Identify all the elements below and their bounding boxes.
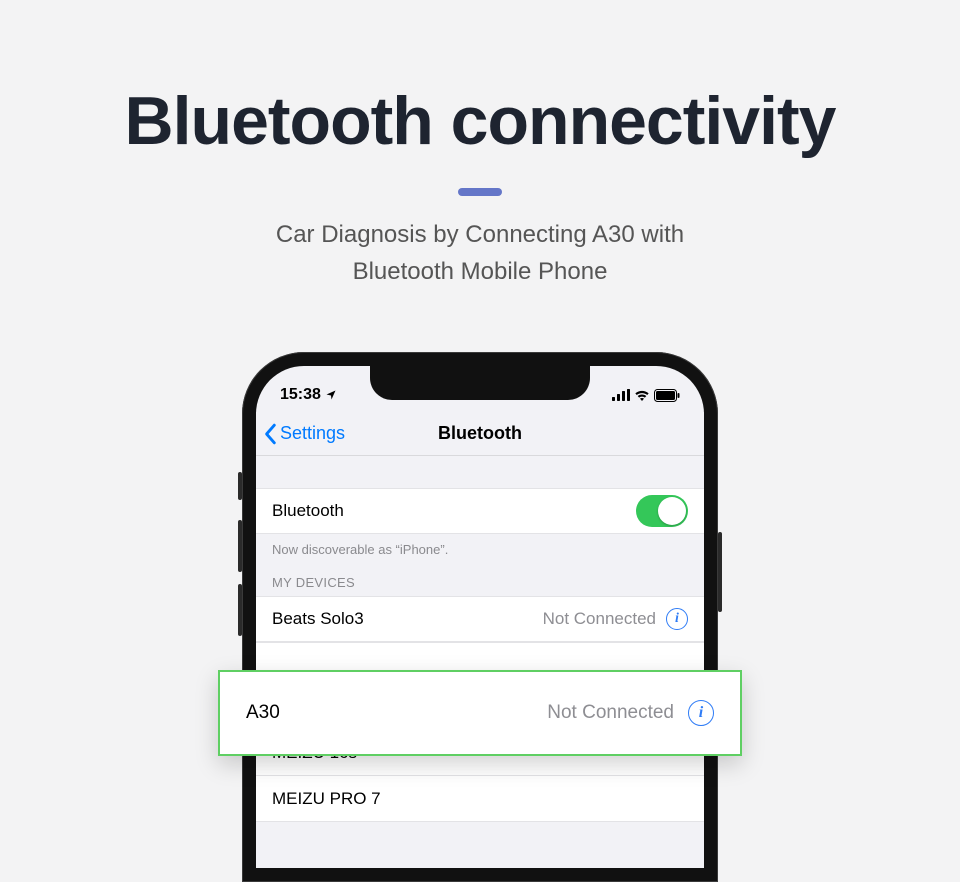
back-label: Settings bbox=[280, 423, 345, 444]
device-name: MEIZU PRO 7 bbox=[272, 789, 381, 809]
bluetooth-toggle-row[interactable]: Bluetooth bbox=[256, 488, 704, 534]
bluetooth-toggle[interactable] bbox=[636, 495, 688, 527]
volume-down-button bbox=[238, 584, 242, 636]
hero-section: Bluetooth connectivity Car Diagnosis by … bbox=[0, 0, 960, 290]
discoverable-note: Now discoverable as “iPhone”. bbox=[256, 534, 704, 561]
phone-mockup: 15:38 bbox=[242, 352, 718, 882]
accent-bar bbox=[458, 188, 502, 196]
device-status: Not Connected bbox=[543, 609, 656, 629]
wifi-icon bbox=[634, 389, 650, 401]
device-name: Beats Solo3 bbox=[272, 609, 364, 629]
bluetooth-toggle-label: Bluetooth bbox=[272, 501, 344, 521]
status-time: 15:38 bbox=[280, 386, 321, 404]
subtitle-line-1: Car Diagnosis by Connecting A30 with bbox=[276, 221, 684, 248]
cellular-icon bbox=[612, 389, 630, 401]
mute-switch bbox=[238, 472, 242, 500]
location-icon bbox=[325, 389, 337, 401]
device-row-beats[interactable]: Beats Solo3 Not Connected i bbox=[256, 596, 704, 642]
nav-bar: Settings Bluetooth bbox=[256, 412, 704, 456]
battery-icon bbox=[654, 389, 680, 402]
other-device-row-1[interactable]: MEIZU PRO 7 bbox=[256, 776, 704, 822]
info-icon[interactable]: i bbox=[688, 700, 714, 726]
subtitle: Car Diagnosis by Connecting A30 with Blu… bbox=[0, 216, 960, 290]
highlighted-device-row[interactable]: A30 Not Connected i bbox=[218, 670, 742, 756]
nav-title: Bluetooth bbox=[438, 423, 522, 444]
subtitle-line-2: Bluetooth Mobile Phone bbox=[353, 258, 608, 285]
device-status: Not Connected bbox=[547, 702, 674, 724]
power-button bbox=[718, 532, 722, 612]
phone-screen: 15:38 bbox=[256, 366, 704, 868]
back-button[interactable]: Settings bbox=[256, 423, 345, 445]
info-icon[interactable]: i bbox=[666, 608, 688, 630]
chevron-left-icon bbox=[264, 423, 278, 445]
volume-up-button bbox=[238, 520, 242, 572]
toggle-knob bbox=[658, 497, 686, 525]
device-name: A30 bbox=[246, 702, 280, 724]
my-devices-header: MY DEVICES bbox=[256, 561, 704, 596]
phone-notch bbox=[370, 366, 590, 400]
page-title: Bluetooth connectivity bbox=[0, 82, 960, 160]
